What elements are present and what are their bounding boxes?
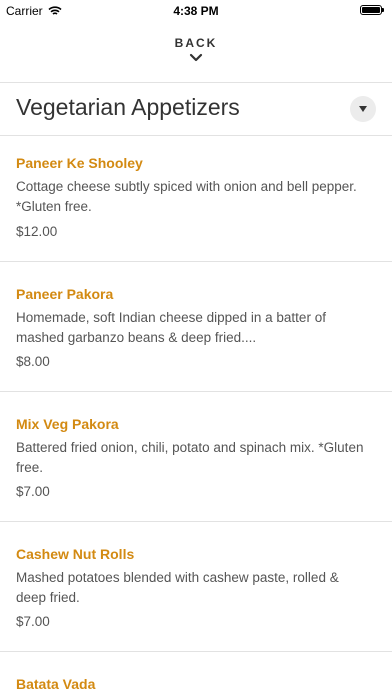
menu-item-batata-vada[interactable]: Batata Vada <box>0 652 392 696</box>
item-price: $8.00 <box>16 354 50 369</box>
chevron-down-icon <box>189 53 203 62</box>
item-price: $12.00 <box>16 224 58 239</box>
item-name: Paneer Ke Shooley <box>16 155 143 171</box>
section-header[interactable]: Vegetarian Appetizers <box>16 94 376 126</box>
menu-item-paneer-ke-shooley[interactable]: Paneer Ke Shooley Cottage cheese subtly … <box>0 136 392 260</box>
item-name: Paneer Pakora <box>16 286 114 302</box>
section-title: Vegetarian Appetizers <box>16 94 240 120</box>
item-description: Battered fried onion, chili, potato and … <box>16 440 364 475</box>
battery-icon <box>360 5 384 15</box>
menu-item-paneer-pakora[interactable]: Paneer Pakora Homemade, soft Indian chee… <box>0 262 392 390</box>
item-price: $7.00 <box>16 484 50 499</box>
menu-item-mix-veg-pakora[interactable]: Mix Veg Pakora Battered fried onion, chi… <box>0 392 392 520</box>
back-button[interactable]: BACK <box>0 36 392 63</box>
status-bar: Carrier 4:38 PM <box>0 0 392 22</box>
menu-item-cashew-nut-rolls[interactable]: Cashew Nut Rolls Mashed potatoes blended… <box>0 522 392 650</box>
status-time: 4:38 PM <box>173 4 219 18</box>
item-description: Cottage cheese subtly spiced with onion … <box>16 179 357 214</box>
item-name: Mix Veg Pakora <box>16 416 119 432</box>
back-label: BACK <box>174 36 218 50</box>
item-price: $7.00 <box>16 614 50 629</box>
item-description: Homemade, soft Indian cheese dipped in a… <box>16 310 326 345</box>
section-dropdown-button[interactable] <box>350 96 376 122</box>
header-divider <box>0 82 392 83</box>
item-description: Mashed potatoes blended with cashew past… <box>16 570 339 605</box>
item-name: Cashew Nut Rolls <box>16 546 135 562</box>
caret-down-icon <box>359 106 367 112</box>
item-name: Batata Vada <box>16 676 96 692</box>
